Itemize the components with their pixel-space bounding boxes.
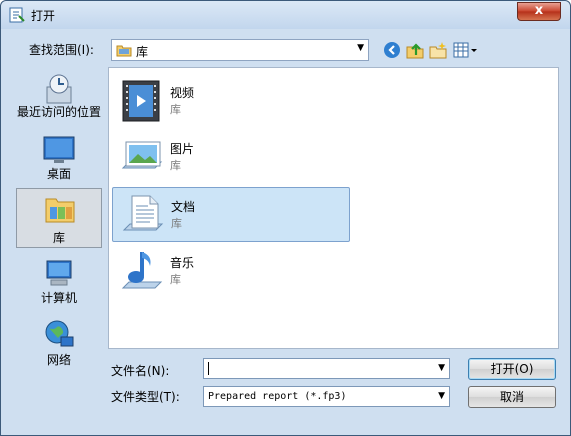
up-folder-icon[interactable] xyxy=(406,41,424,59)
place-network[interactable]: 网络 xyxy=(16,315,102,375)
item-name: 视频 xyxy=(170,86,195,100)
filetype-value: Prepared report (*.fp3) xyxy=(208,391,347,402)
title-bar[interactable]: 打开 x xyxy=(1,1,570,29)
filename-input[interactable]: ▼ xyxy=(203,358,450,379)
lookin-value: 库 xyxy=(136,45,149,59)
filetype-label: 文件类型(T): xyxy=(111,390,180,404)
documents-library-icon xyxy=(122,195,164,231)
list-item-documents[interactable]: 文档 库 xyxy=(112,187,350,242)
filename-label: 文件名(N): xyxy=(111,364,170,378)
place-label: 网络 xyxy=(46,353,71,367)
lookin-label: 查找范围(I): xyxy=(29,43,94,57)
music-library-icon xyxy=(121,252,163,289)
place-computer[interactable]: 计算机 xyxy=(16,253,102,313)
list-item-videos[interactable]: 视频 库 xyxy=(112,74,350,129)
place-label: 库 xyxy=(52,231,65,245)
recent-places-icon xyxy=(46,74,72,104)
close-button[interactable]: x xyxy=(517,2,561,21)
desktop-icon xyxy=(43,136,75,163)
place-desktop[interactable]: 桌面 xyxy=(16,131,102,191)
close-icon: x xyxy=(534,3,544,18)
new-folder-icon[interactable] xyxy=(429,41,447,59)
file-list[interactable]: 视频 库 图片 库 文档 库 音乐 库 xyxy=(108,67,559,349)
chevron-down-icon: ▼ xyxy=(357,43,364,53)
app-icon xyxy=(9,7,25,23)
filetype-select[interactable]: Prepared report (*.fp3) ▼ xyxy=(203,386,450,407)
window-title: 打开 xyxy=(31,9,56,23)
text-caret xyxy=(208,362,209,375)
item-name: 音乐 xyxy=(170,256,195,270)
pictures-library-icon xyxy=(121,141,163,169)
videos-library-icon xyxy=(122,80,160,122)
list-item-pictures[interactable]: 图片 库 xyxy=(112,130,350,185)
libraries-icon xyxy=(45,198,75,223)
list-item-music[interactable]: 音乐 库 xyxy=(112,244,350,299)
place-label: 计算机 xyxy=(40,291,77,305)
places-bar: 最近访问的位置 桌面 库 计算机 网络 xyxy=(9,67,108,367)
open-button[interactable]: 打开(O) xyxy=(468,358,556,380)
back-icon[interactable] xyxy=(383,41,401,59)
place-label: 最近访问的位置 xyxy=(16,105,101,119)
item-type: 库 xyxy=(170,273,181,286)
cancel-button[interactable]: 取消 xyxy=(468,386,556,408)
place-label: 桌面 xyxy=(46,167,71,181)
libraries-folder-icon xyxy=(116,45,132,57)
computer-icon xyxy=(46,260,72,286)
place-libraries[interactable]: 库 xyxy=(16,188,102,248)
item-type: 库 xyxy=(170,159,181,172)
item-type: 库 xyxy=(170,103,181,116)
item-type: 库 xyxy=(171,217,182,230)
chevron-down-icon[interactable]: ▼ xyxy=(438,363,445,373)
view-menu-icon[interactable] xyxy=(453,41,479,59)
network-icon xyxy=(45,320,74,347)
item-name: 文档 xyxy=(171,200,196,214)
item-name: 图片 xyxy=(170,142,195,156)
open-dialog: 打开 x 查找范围(I): 库 ▼ 最近访问的位置 桌面 库 计算机 网络 视频… xyxy=(0,0,571,436)
chevron-down-icon: ▼ xyxy=(438,391,445,401)
place-recent[interactable]: 最近访问的位置 xyxy=(16,69,102,129)
lookin-combo[interactable]: 库 ▼ xyxy=(111,39,369,61)
